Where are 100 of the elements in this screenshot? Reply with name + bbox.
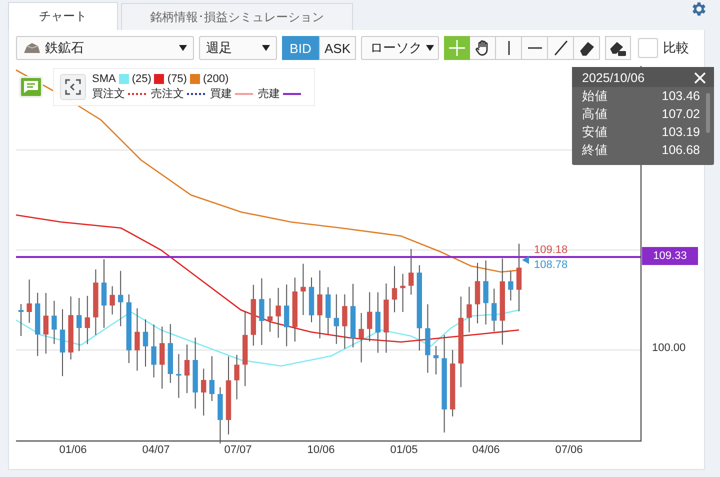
candlestick: [342, 294, 348, 350]
candlestick: [350, 283, 356, 348]
candlestick: [234, 354, 240, 400]
candlestick: [408, 248, 414, 296]
ask-price-label: 108.78: [534, 259, 568, 271]
candlestick: [284, 284, 290, 347]
candlestick: [76, 297, 82, 352]
expand-icon[interactable]: [60, 74, 86, 100]
candlestick: [176, 354, 182, 398]
diagonal-line-icon: [552, 39, 570, 57]
period-label: (25): [132, 73, 152, 85]
candlestick: [118, 270, 124, 327]
drawing-tool-button[interactable]: [605, 36, 631, 60]
candlestick: [168, 324, 173, 384]
candlestick: [375, 292, 380, 354]
date-axis-label: 10/06: [306, 444, 336, 456]
candlestick: [259, 278, 264, 346]
compare-checkbox[interactable]: [638, 38, 658, 58]
rock-icon: [23, 42, 41, 54]
drawing-tool-button[interactable]: [548, 36, 574, 60]
candlestick: [334, 294, 339, 344]
date-axis-label: 04/06: [471, 444, 501, 456]
tab[interactable]: 銘柄情報･損益シミュレーション: [121, 3, 353, 30]
tooltip-value: 103.46: [662, 88, 700, 105]
close-icon[interactable]: [694, 72, 706, 84]
candlestick: [18, 304, 24, 336]
candlestick: [201, 368, 206, 416]
period-label: (75): [167, 73, 187, 85]
drawing-tool-button[interactable]: [496, 36, 522, 60]
drawing-tool-button[interactable]: [574, 36, 600, 60]
candlestick: [433, 346, 439, 375]
candlestick: [483, 260, 488, 326]
symbol-dropdown[interactable]: 鉄鉱石: [16, 36, 194, 60]
chart-type-dropdown[interactable]: ローソク: [361, 36, 439, 60]
date-axis-label: 07/07: [223, 444, 253, 456]
candlestick: [326, 286, 331, 334]
candlestick: [516, 243, 522, 312]
bid-price-label: 109.18: [534, 244, 568, 256]
candlestick: [101, 258, 107, 328]
candlestick: [250, 284, 256, 346]
candlestick: [492, 288, 497, 332]
line-legend-label: 売注文: [151, 86, 184, 101]
period-label: (200): [202, 73, 229, 85]
candlestick: [84, 295, 90, 345]
compare-label: 比較: [663, 39, 689, 57]
candlestick: [400, 273, 406, 313]
candlestick: [151, 324, 156, 378]
candlestick: [160, 326, 165, 390]
candlestick: [209, 356, 214, 402]
period-dropdown[interactable]: 週足: [199, 36, 277, 60]
candlestick: [43, 292, 48, 354]
tooltip-date: 2025/10/06: [582, 71, 645, 85]
tooltip-value: 103.19: [662, 124, 700, 141]
candlestick: [68, 296, 74, 360]
candlestick: [474, 262, 480, 324]
line-legend-label: 売建: [258, 87, 280, 101]
candlestick: [508, 270, 514, 302]
candlestick: [267, 298, 273, 332]
tooltip-value: 106.68: [662, 142, 700, 159]
indicator-name: SMA: [92, 73, 116, 85]
caret-icon: [179, 45, 187, 51]
vertical-line-icon: [506, 41, 510, 55]
candlestick: [52, 300, 57, 345]
tooltip-label: 始値: [582, 88, 608, 105]
line-legend-label: 買建: [210, 87, 232, 101]
scrollbar: [706, 93, 710, 133]
candlestick: [292, 277, 298, 342]
price-axis-label: 100.00: [652, 342, 686, 354]
drawing-tool-button[interactable]: [522, 36, 548, 60]
eraser-icon: [578, 39, 596, 57]
tooltip-label: 終値: [582, 142, 608, 159]
candlestick: [35, 292, 40, 356]
candlestick: [142, 318, 148, 368]
candlestick: [367, 292, 372, 342]
candlestick: [93, 268, 98, 336]
date-axis-label: 04/07: [141, 444, 171, 456]
candlestick: [126, 294, 132, 364]
candlestick: [60, 308, 66, 377]
tooltip-label: 安値: [582, 124, 608, 141]
candlestick: [184, 344, 190, 394]
current-price-tag: 109.33: [642, 247, 698, 265]
candlestick: [110, 286, 115, 315]
drawing-tool-button[interactable]: [470, 36, 496, 60]
price-side-toggle[interactable]: ASK: [319, 36, 356, 60]
tab[interactable]: チャート: [8, 2, 118, 30]
line-legend-label: 買注文: [92, 86, 125, 101]
candlestick: [26, 279, 32, 324]
settings-icon[interactable]: [690, 0, 708, 18]
candlestick: [392, 266, 398, 313]
candlestick: [134, 308, 140, 372]
ask-marker-icon: [522, 256, 529, 264]
crosshair-icon: [448, 39, 466, 57]
tooltip-value: 107.02: [662, 106, 700, 123]
candlestick: [358, 312, 364, 363]
candlestick: [300, 263, 306, 316]
date-axis-label: 07/06: [554, 444, 584, 456]
comment-icon[interactable]: [19, 76, 43, 98]
candlestick: [317, 270, 322, 339]
candlestick: [276, 287, 281, 338]
candlestick: [425, 304, 430, 374]
